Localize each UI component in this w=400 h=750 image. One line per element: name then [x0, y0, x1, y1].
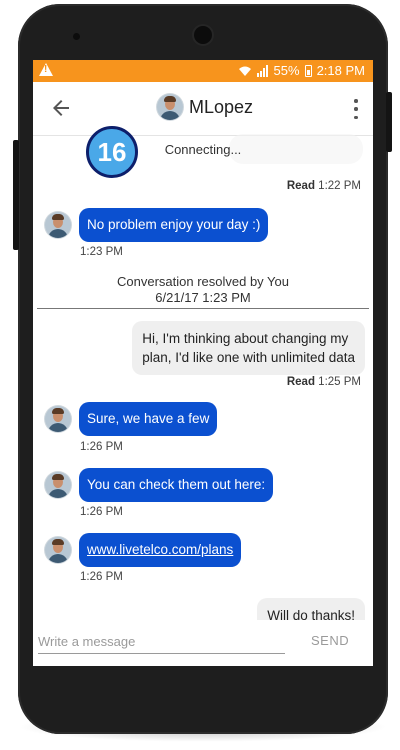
message-bubble: Sure, we have a few	[79, 402, 218, 436]
message-bubble: No problem enjoy your day :)	[79, 208, 269, 242]
back-arrow-icon[interactable]	[49, 96, 73, 120]
contact-header[interactable]: MLopez	[157, 94, 253, 120]
battery-percent: 55%	[273, 63, 300, 78]
composer: SEND	[33, 620, 373, 666]
avatar	[45, 472, 71, 498]
contact-name: MLopez	[189, 96, 254, 117]
proximity-sensor	[73, 33, 80, 40]
message-time: 1:26 PM	[80, 506, 123, 518]
wifi-icon	[238, 66, 251, 76]
incoming-message: Sure, we have a few	[45, 402, 218, 436]
read-receipt: Read 1:22 PM	[286, 180, 361, 192]
incoming-message: No problem enjoy your day :)	[45, 208, 269, 242]
resolved-notice: Conversation resolved by You 6/21/17 1:2…	[116, 274, 289, 305]
status-indicators: 55% 2:18 PM	[238, 63, 365, 78]
message-time: 1:26 PM	[80, 441, 123, 453]
app-bar: MLopez	[33, 82, 373, 136]
front-camera	[194, 26, 212, 44]
avatar	[45, 537, 71, 563]
avatar	[157, 94, 183, 120]
power-button	[386, 92, 392, 152]
more-vertical-icon[interactable]	[353, 99, 359, 119]
message-list[interactable]: 16 Connecting... Read 1:22 PM No problem…	[33, 126, 373, 633]
send-button[interactable]: SEND	[311, 633, 349, 648]
message-time: 1:23 PM	[80, 246, 123, 258]
warning-icon	[39, 63, 53, 76]
status-bar: 55% 2:18 PM	[33, 60, 373, 82]
outgoing-message: Hi, I'm thinking about changing my plan,…	[132, 321, 365, 375]
read-receipt: Read 1:25 PM	[286, 376, 361, 388]
connecting-status: Connecting...	[164, 142, 242, 157]
volume-button	[13, 140, 19, 250]
incoming-message: You can check them out here:	[45, 468, 274, 502]
clock: 2:18 PM	[316, 63, 365, 78]
incoming-message: www.livetelco.com/plans	[45, 533, 242, 567]
avatar	[45, 406, 71, 432]
plans-link[interactable]: www.livetelco.com/plans	[79, 533, 242, 567]
message-time: 1:26 PM	[80, 571, 123, 583]
divider	[37, 308, 369, 309]
battery-icon	[304, 64, 312, 77]
avatar	[45, 212, 71, 238]
message-input[interactable]	[38, 630, 285, 654]
signal-icon	[256, 64, 269, 77]
phone-screen: 55% 2:18 PM MLopez 16 Connecting... Read…	[33, 60, 373, 666]
message-bubble: You can check them out here:	[79, 468, 274, 502]
